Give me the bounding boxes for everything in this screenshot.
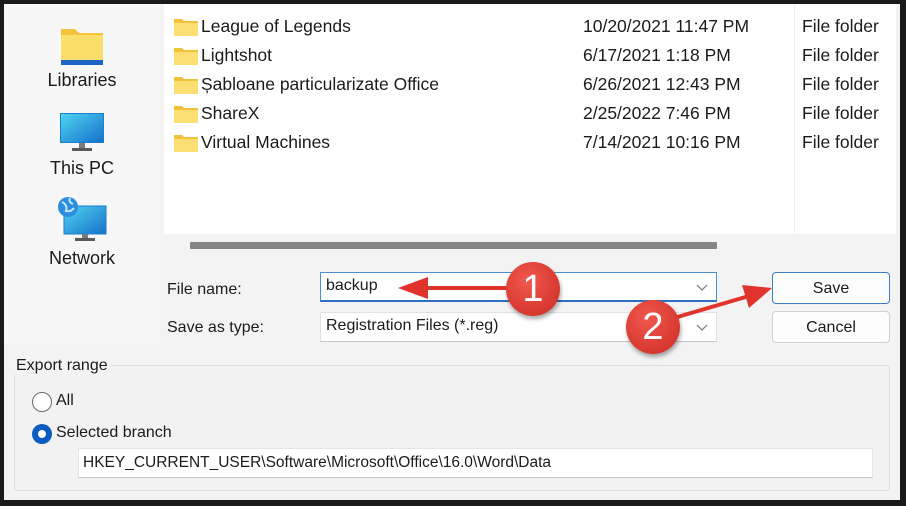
export-range-title: Export range	[14, 357, 110, 375]
file-type: File folder	[802, 103, 879, 123]
file-date: 2/25/2022 7:46 PM	[583, 103, 731, 123]
file-row[interactable]: League of Legends 10/20/2021 11:47 PM Fi…	[164, 13, 896, 41]
nav-label: This PC	[49, 158, 114, 178]
monitor-icon	[60, 113, 104, 151]
save-as-type-label: Save as type:	[167, 319, 264, 336]
file-name: League of Legends	[201, 16, 351, 36]
nav-item-network[interactable]: Network	[4, 196, 160, 269]
file-date: 6/17/2021 1:18 PM	[583, 45, 731, 65]
libraries-folder-icon	[61, 29, 103, 65]
navigation-pane: Libraries This PC Network	[4, 4, 160, 344]
file-list: League of Legends 10/20/2021 11:47 PM Fi…	[164, 4, 896, 234]
file-type: File folder	[802, 45, 879, 65]
radio-label: Selected branch	[56, 424, 172, 441]
file-name: ShareX	[201, 103, 260, 123]
file-name-label: File name:	[167, 281, 242, 298]
file-type: File folder	[802, 74, 879, 94]
save-button[interactable]: Save	[772, 272, 890, 304]
network-globe-icon	[58, 197, 107, 241]
file-name-input[interactable]: backup	[320, 272, 717, 302]
save-as-type-select[interactable]: Registration Files (*.reg)	[320, 312, 717, 342]
radio-label: All	[56, 392, 74, 409]
file-row[interactable]: ShareX 2/25/2022 7:46 PM File folder	[164, 100, 896, 128]
file-date: 7/14/2021 10:16 PM	[583, 132, 741, 152]
folder-icon	[174, 77, 198, 94]
file-row[interactable]: Virtual Machines 7/14/2021 10:16 PM File…	[164, 129, 896, 157]
save-as-type-value: Registration Files (*.reg)	[326, 317, 499, 334]
file-type: File folder	[802, 16, 879, 36]
file-type: File folder	[802, 132, 879, 152]
file-name: Lightshot	[201, 45, 273, 65]
file-name-value: backup	[326, 277, 378, 294]
nav-label: Network	[48, 248, 115, 268]
file-row[interactable]: Lightshot 6/17/2021 1:18 PM File folder	[164, 42, 896, 70]
chevron-down-icon[interactable]	[696, 281, 708, 293]
chevron-down-icon[interactable]	[696, 321, 708, 333]
nav-item-this-pc[interactable]: This PC	[4, 112, 160, 179]
cancel-button[interactable]: Cancel	[772, 311, 890, 343]
radio-checked-icon[interactable]	[32, 424, 52, 444]
file-name: Șabloane particularizate Office	[201, 74, 440, 94]
file-date: 10/20/2021 11:47 PM	[583, 16, 750, 36]
radio-unchecked-icon[interactable]	[32, 392, 52, 412]
file-name: Virtual Machines	[201, 132, 331, 152]
folder-icon	[174, 19, 198, 36]
folder-icon	[174, 135, 198, 152]
branch-path-input[interactable]: HKEY_CURRENT_USER\Software\Microsoft\Off…	[78, 448, 873, 478]
nav-item-libraries[interactable]: Libraries	[4, 26, 160, 91]
file-row[interactable]: Șabloane particularizate Office 6/26/202…	[164, 71, 896, 99]
save-dialog: Libraries This PC Network League of Lege…	[4, 4, 900, 500]
horizontal-scrollbar[interactable]	[190, 242, 717, 249]
nav-label: Libraries	[47, 70, 117, 90]
file-date: 6/26/2021 12:43 PM	[583, 74, 741, 94]
folder-icon	[174, 48, 198, 65]
folder-icon	[174, 106, 198, 123]
